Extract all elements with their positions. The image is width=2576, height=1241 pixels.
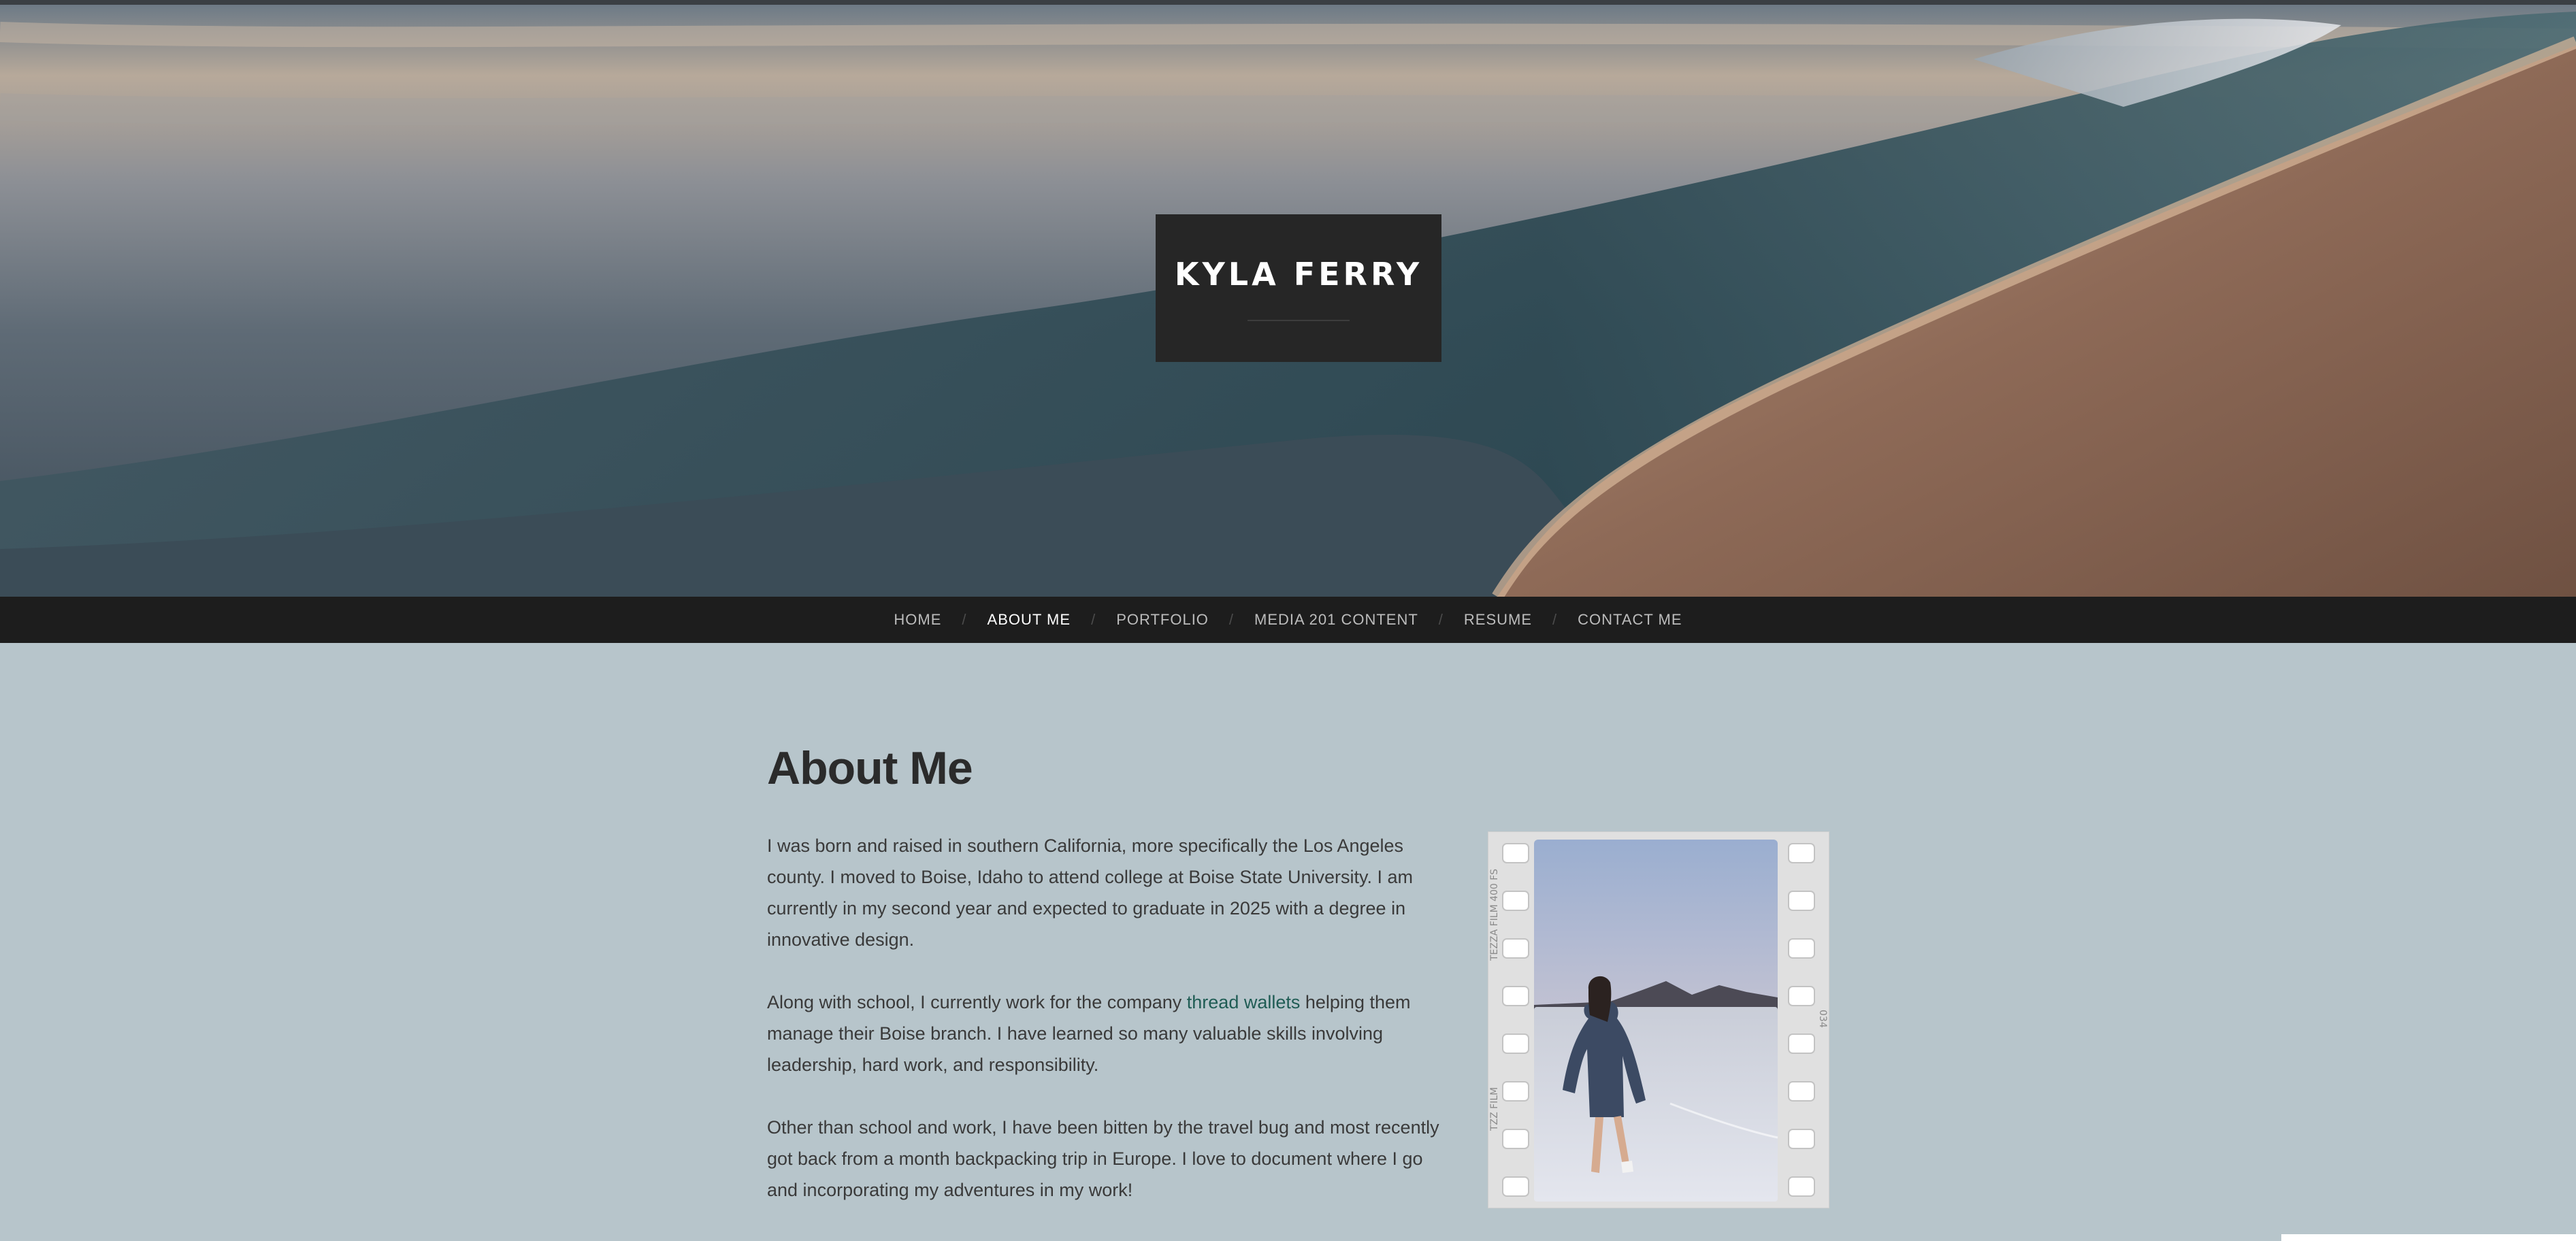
top-bar (0, 0, 2576, 5)
nav-item-resume[interactable]: RESUME (1464, 611, 1532, 629)
nav-contact-label[interactable]: CONTACT ME (1578, 611, 1682, 629)
nav-about-label[interactable]: ABOUT ME (988, 611, 1071, 629)
about-text: I was born and raised in southern Califo… (767, 830, 1454, 1237)
film-text-top: TEZZA FILM 400 FS (1489, 869, 1500, 961)
main-content: About Me I was born and raised in southe… (767, 742, 1829, 1200)
nav-item-media-201-content[interactable]: MEDIA 201 CONTENT (1254, 611, 1418, 629)
film-number: 034 (1817, 1010, 1828, 1028)
site-title[interactable]: KYLA FERRY (1175, 256, 1422, 293)
nav-separator: / (1552, 611, 1558, 628)
nav-item-portfolio[interactable]: PORTFOLIO (1116, 611, 1209, 629)
main-navigation: HOME / ABOUT ME / PORTFOLIO / MEDIA 201 … (0, 597, 2576, 643)
nav-media-label[interactable]: MEDIA 201 CONTENT (1254, 611, 1418, 629)
nav-home-label[interactable]: HOME (894, 611, 941, 629)
nav-separator: / (1438, 611, 1444, 628)
paragraph-travel: Other than school and work, I have been … (767, 1117, 1439, 1200)
nav-item-contact-me[interactable]: CONTACT ME (1578, 611, 1682, 629)
nav-separator: / (962, 611, 967, 628)
site-title-box: KYLA FERRY (1156, 214, 1441, 362)
nav-item-about-me[interactable]: ABOUT ME (988, 611, 1071, 629)
paragraph-work-text-start: Along with school, I currently work for … (767, 992, 1187, 1012)
page-title: About Me (767, 742, 973, 794)
nav-portfolio-label[interactable]: PORTFOLIO (1116, 611, 1209, 629)
title-divider (1248, 319, 1350, 321)
thread-wallets-link[interactable]: thread wallets (1187, 992, 1301, 1012)
nav-item-home[interactable]: HOME (894, 611, 941, 629)
paragraph-work: Along with school, I currently work for … (767, 987, 1454, 1080)
footer-widget-edge (2281, 1234, 2576, 1241)
profile-photo: TEZZA FILM 400 FS TZZ FILM 034 (1487, 831, 1830, 1209)
film-text-bottom: TZZ FILM (1489, 1087, 1500, 1131)
nav-resume-label[interactable]: RESUME (1464, 611, 1532, 629)
nav-separator: / (1091, 611, 1096, 628)
paragraph-background: I was born and raised in southern Califo… (767, 835, 1414, 950)
nav-separator: / (1228, 611, 1235, 628)
